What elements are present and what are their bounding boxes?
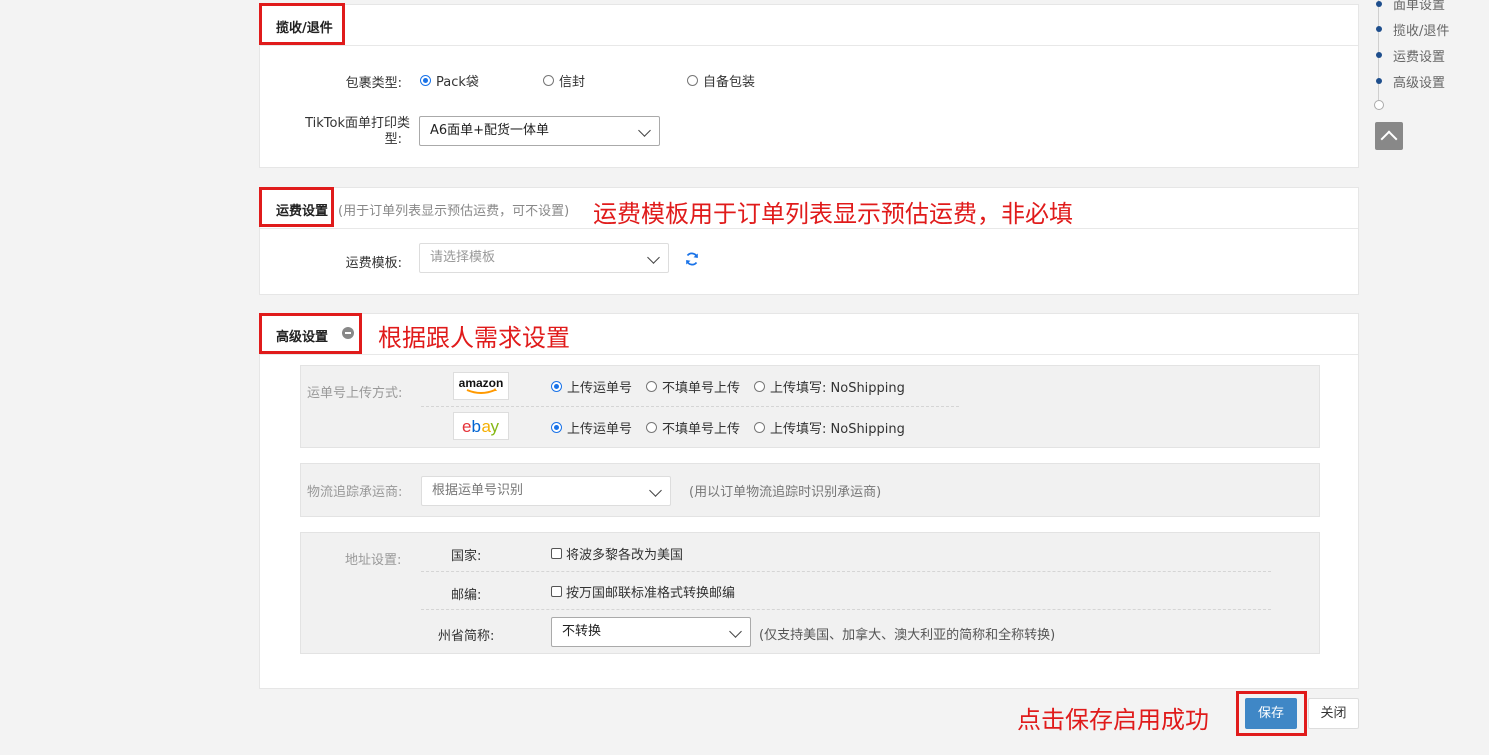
amazon-option-label: 上传运单号 xyxy=(567,381,633,396)
tiktok-print-type-select[interactable]: A6面单+配货一体单 xyxy=(419,116,660,146)
pickup-title-highlight xyxy=(259,3,345,45)
shipping-template-placeholder: 请选择模板 xyxy=(430,250,496,265)
save-annotation: 点击保存启用成功 xyxy=(1017,706,1209,734)
nav-item-label-settings[interactable]: 面单设置 xyxy=(1393,0,1445,13)
checkbox-icon xyxy=(551,586,562,597)
country-check-label: 将波多黎各改为美国 xyxy=(566,548,684,563)
shipping-title-highlight xyxy=(259,187,334,227)
carrier-hint: (用以订单物流追踪时识别承运商) xyxy=(689,485,882,500)
state-abbrev-select[interactable]: 不转换 xyxy=(551,617,751,647)
radio-unchecked-icon xyxy=(543,75,554,86)
radio-checked-icon xyxy=(551,422,562,433)
radio-unchecked-icon xyxy=(687,75,698,86)
refresh-icon[interactable] xyxy=(684,251,700,267)
country-label: 国家: xyxy=(451,549,482,564)
carrier-select-value: 根据运单号识别 xyxy=(432,483,524,498)
package-option-label: Pack袋 xyxy=(436,75,479,90)
carrier-label: 物流追踪承运商: xyxy=(307,485,403,500)
zip-check-label: 按万国邮联标准格式转换邮编 xyxy=(566,586,736,601)
pickup-panel-header: 揽收/退件 xyxy=(260,5,1358,46)
close-button-label: 关闭 xyxy=(1320,706,1347,721)
amazon-radio-no-number[interactable]: 不填单号上传 xyxy=(646,377,740,396)
ebay-radio-noshipping[interactable]: 上传填写: NoShipping xyxy=(754,418,905,437)
amazon-option-label: 上传填写: NoShipping xyxy=(770,381,905,396)
svg-text:e: e xyxy=(462,417,471,436)
nav-end-circle xyxy=(1374,100,1384,110)
svg-text:b: b xyxy=(472,417,481,436)
ebay-option-label: 不填单号上传 xyxy=(662,422,741,437)
package-radio-self[interactable]: 自备包装 xyxy=(687,71,755,90)
back-to-top-button[interactable] xyxy=(1375,122,1403,150)
shipping-annotation: 运费模板用于订单列表显示预估运费，非必填 xyxy=(593,200,1073,228)
ebay-logo: e b a y xyxy=(453,412,509,440)
carrier-block: 物流追踪承运商: 根据运单号识别 (用以订单物流追踪时识别承运商) xyxy=(300,463,1320,517)
zip-checkbox[interactable]: 按万国邮联标准格式转换邮编 xyxy=(551,582,735,601)
chevron-down-icon xyxy=(729,625,742,638)
chevron-up-icon xyxy=(1380,130,1398,148)
close-button[interactable]: 关闭 xyxy=(1308,698,1359,729)
nav-dot xyxy=(1376,26,1382,32)
side-nav: 面单设置 揽收/退件 运费设置 高级设置 xyxy=(1372,0,1482,160)
state-label: 州省简称: xyxy=(438,629,495,644)
package-radio-pack[interactable]: Pack袋 xyxy=(420,71,479,90)
nav-dot xyxy=(1376,52,1382,58)
advanced-title-highlight xyxy=(259,313,362,354)
tiktok-label-line2: 型: xyxy=(384,132,402,147)
tiktok-print-type-label: TikTok面单打印类 型: xyxy=(290,116,410,148)
upload-method-label: 运单号上传方式: xyxy=(307,386,403,401)
amazon-logo: amazon xyxy=(453,372,509,400)
package-type-label: 包裹类型: xyxy=(345,76,402,91)
package-option-label: 自备包装 xyxy=(703,75,756,90)
row-divider xyxy=(421,571,1271,572)
radio-unchecked-icon xyxy=(646,381,657,392)
advanced-annotation: 根据跟人需求设置 xyxy=(378,324,570,352)
shipping-template-select[interactable]: 请选择模板 xyxy=(419,243,669,273)
checkbox-icon xyxy=(551,548,562,559)
ebay-option-label: 上传填写: NoShipping xyxy=(770,422,905,437)
chevron-down-icon xyxy=(649,484,662,497)
chevron-down-icon xyxy=(638,124,651,137)
nav-dot xyxy=(1376,1,1382,7)
radio-unchecked-icon xyxy=(646,422,657,433)
nav-item-advanced[interactable]: 高级设置 xyxy=(1393,72,1445,91)
ebay-radio-upload[interactable]: 上传运单号 xyxy=(551,418,632,437)
state-hint: (仅支持美国、加拿大、澳大利亚的简称和全称转换) xyxy=(759,628,1056,643)
package-radio-envelope[interactable]: 信封 xyxy=(543,71,585,90)
upload-method-block: 运单号上传方式: amazon 上传运单号 不填单号上传 上传填写: NoShi… xyxy=(300,365,1320,448)
address-block: 地址设置: 国家: 将波多黎各改为美国 邮编: 按万国邮联标准格式转换邮编 州省… xyxy=(300,532,1320,654)
pickup-panel: 揽收/退件 包裹类型: Pack袋 信封 自备包装 TikTok面单打印类 型:… xyxy=(259,4,1359,168)
amazon-option-label: 不填单号上传 xyxy=(662,381,741,396)
row-divider xyxy=(421,609,1271,610)
nav-dot xyxy=(1376,78,1382,84)
save-button[interactable]: 保存 xyxy=(1245,698,1297,729)
nav-item-pickup[interactable]: 揽收/退件 xyxy=(1393,20,1449,39)
zip-label: 邮编: xyxy=(451,588,482,603)
shipping-template-label: 运费模板: xyxy=(345,256,402,271)
tiktok-label-line1: TikTok面单打印类 xyxy=(305,116,410,131)
ebay-radio-no-number[interactable]: 不填单号上传 xyxy=(646,418,740,437)
row-divider xyxy=(421,406,959,407)
amazon-radio-upload[interactable]: 上传运单号 xyxy=(551,377,632,396)
amazon-radio-noshipping[interactable]: 上传填写: NoShipping xyxy=(754,377,905,396)
radio-checked-icon xyxy=(420,75,431,86)
radio-unchecked-icon xyxy=(754,381,765,392)
radio-unchecked-icon xyxy=(754,422,765,433)
shipping-section-hint: (用于订单列表显示预估运费，可不设置) xyxy=(338,204,570,219)
country-checkbox[interactable]: 将波多黎各改为美国 xyxy=(551,544,683,563)
advanced-panel: 高级设置 运单号上传方式: amazon 上传运单号 不填单号上传 上传填写: … xyxy=(259,313,1359,689)
package-option-label: 信封 xyxy=(559,75,586,90)
state-select-value: 不转换 xyxy=(562,624,602,639)
nav-item-shipping[interactable]: 运费设置 xyxy=(1393,46,1445,65)
svg-text:y: y xyxy=(491,417,500,436)
nav-line xyxy=(1378,0,1379,100)
svg-text:amazon: amazon xyxy=(459,376,504,390)
save-button-label: 保存 xyxy=(1257,706,1284,721)
tiktok-print-type-value: A6面单+配货一体单 xyxy=(430,123,550,138)
chevron-down-icon xyxy=(647,251,660,264)
ebay-option-label: 上传运单号 xyxy=(567,422,633,437)
radio-checked-icon xyxy=(551,381,562,392)
address-label: 地址设置: xyxy=(345,553,402,568)
carrier-select[interactable]: 根据运单号识别 xyxy=(421,476,671,506)
